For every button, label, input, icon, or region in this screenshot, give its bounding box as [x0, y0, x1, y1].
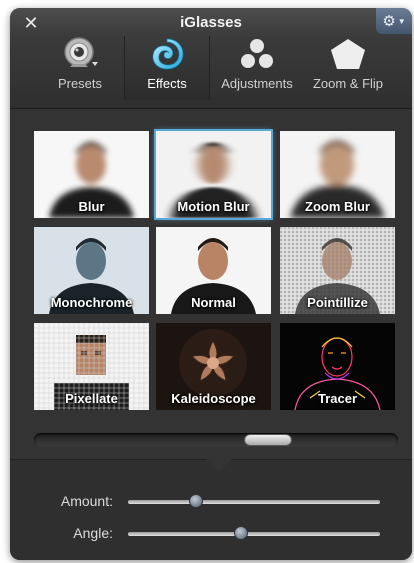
effect-label: Monochrome — [50, 295, 133, 310]
effect-label: Zoom Blur — [305, 199, 370, 214]
scrollbar-thumb[interactable] — [244, 434, 292, 446]
effect-normal[interactable]: Normal — [156, 227, 271, 314]
tab-effects-label: Effects — [147, 76, 187, 91]
effect-label: Normal — [191, 295, 236, 310]
amount-label: Amount: — [60, 493, 113, 509]
window-title: iGlasses — [180, 14, 242, 31]
tab-bar: Presets Effects Adjustments Zoom & Flip — [10, 36, 412, 100]
gear-icon: ⚙ — [382, 13, 396, 30]
tab-adjustments[interactable]: Adjustments — [214, 36, 300, 100]
settings-menu-button[interactable]: ⚙ ▼ — [376, 8, 412, 34]
tab-presets[interactable]: Presets — [40, 36, 120, 100]
effect-motion-blur[interactable]: Motion Blur — [154, 129, 273, 220]
tab-effects[interactable]: Effects — [124, 36, 210, 100]
angle-slider-knob[interactable] — [234, 526, 249, 540]
angle-slider[interactable] — [128, 532, 380, 536]
amount-row: Amount: — [10, 490, 412, 514]
effect-label: Blur — [78, 199, 105, 214]
tab-zoom-flip[interactable]: Zoom & Flip — [308, 36, 388, 100]
tab-zoom-flip-label: Zoom & Flip — [312, 76, 384, 91]
effect-monochrome[interactable]: Monochrome — [34, 227, 149, 314]
effect-controls: Amount: Angle: — [10, 459, 412, 560]
effect-pointillize[interactable]: Pointillize — [280, 227, 395, 314]
effects-scrollbar[interactable] — [34, 433, 398, 447]
effect-label: Motion Blur — [177, 199, 250, 214]
controls-pointer — [206, 459, 232, 472]
effect-blur[interactable]: Blur — [34, 131, 149, 218]
webcam-icon — [60, 36, 100, 72]
title-bar: ✕ iGlasses ⚙ ▼ Presets Effects Adjustmen… — [10, 8, 412, 109]
amount-slider-knob[interactable] — [189, 494, 204, 508]
angle-label: Angle: — [73, 525, 113, 541]
tab-presets-label: Presets — [57, 76, 103, 91]
effect-tracer[interactable]: Tracer — [280, 323, 395, 410]
tab-adjustments-label: Adjustments — [221, 76, 293, 91]
effect-label: Pixellate — [65, 391, 118, 406]
iglasses-panel: ✕ iGlasses ⚙ ▼ Presets Effects Adjustmen… — [10, 8, 412, 560]
effects-grid: Blur Motion Blur Zoom Blur Monochrome No… — [10, 109, 412, 459]
angle-row: Angle: — [10, 522, 412, 546]
dots-icon — [237, 36, 277, 72]
effect-kaleidoscope[interactable]: Kaleidoscope — [156, 323, 271, 410]
effect-label: Kaleidoscope — [171, 391, 256, 406]
effect-pixellate[interactable]: Pixellate — [34, 323, 149, 410]
chevron-down-icon: ▼ — [397, 16, 406, 26]
swirl-icon — [147, 36, 187, 72]
pentagon-icon — [328, 36, 368, 72]
effect-zoom-blur[interactable]: Zoom Blur — [280, 131, 395, 218]
effect-label: Tracer — [317, 391, 358, 406]
effect-label: Pointillize — [307, 295, 368, 310]
amount-slider[interactable] — [128, 500, 380, 504]
